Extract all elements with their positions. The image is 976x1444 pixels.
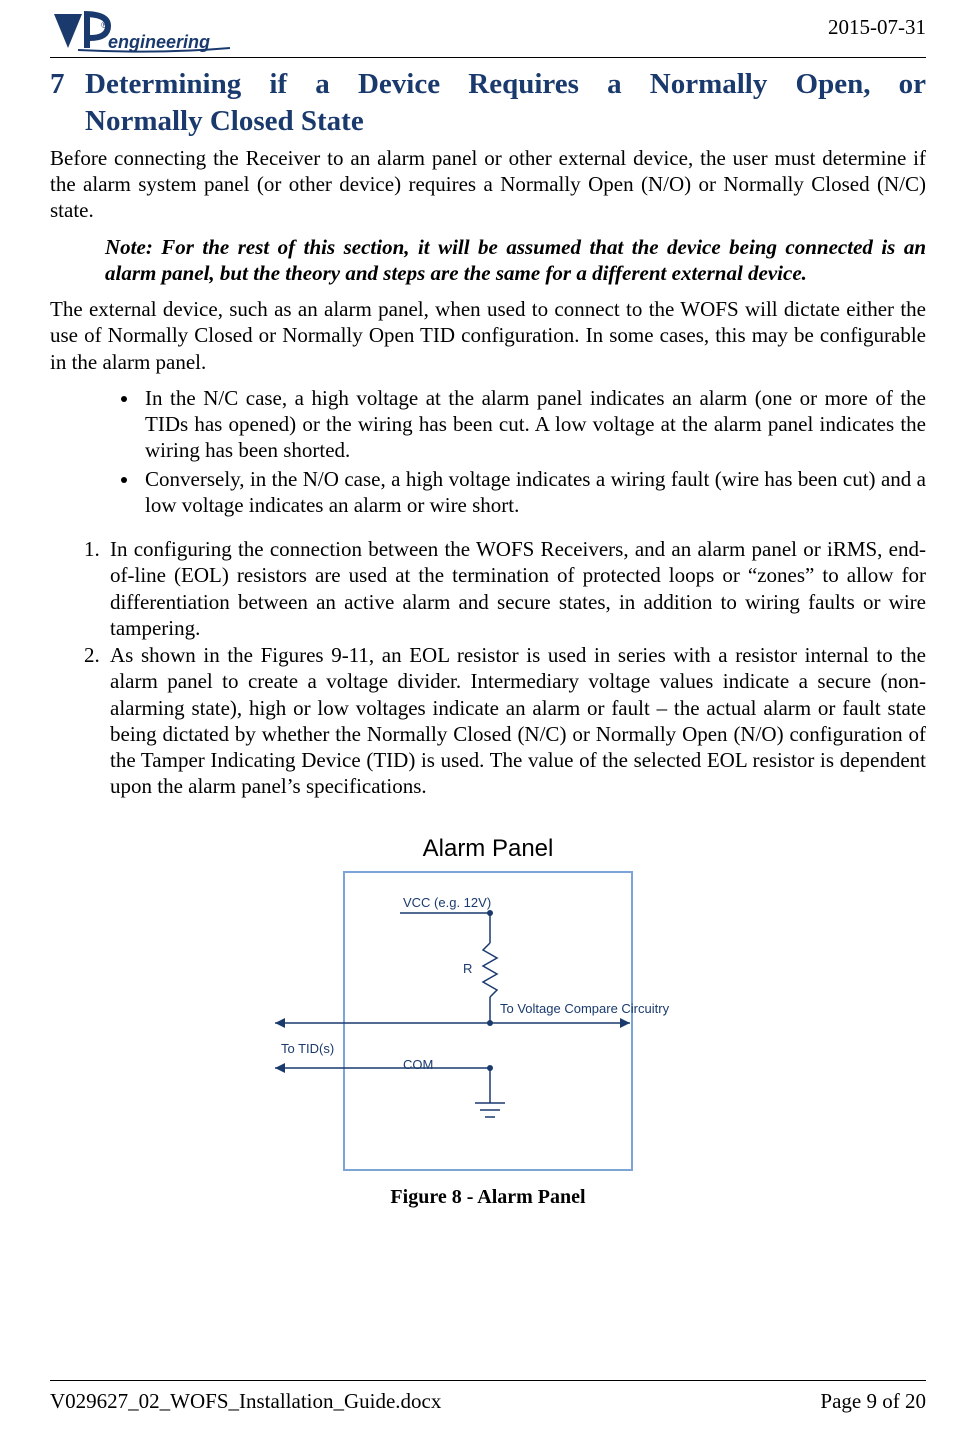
paragraph-1: Before connecting the Receiver to an ala… xyxy=(50,145,926,224)
figure-container: Alarm Panel xyxy=(50,835,926,1209)
footer-filename: V029627_02_WOFS_Installation_Guide.docx xyxy=(50,1389,441,1414)
numbered-list: In configuring the connection between th… xyxy=(50,536,926,800)
header-date: 2015-07-31 xyxy=(828,10,926,40)
page-header: ® engineering 2015-07-31 xyxy=(50,10,926,58)
section-title-line1: Determining if a Device Requires a Norma… xyxy=(85,66,926,102)
svg-text:engineering: engineering xyxy=(108,32,210,52)
company-logo: ® engineering xyxy=(50,10,250,55)
numbered-item: In configuring the connection between th… xyxy=(105,536,926,641)
figure-caption: Figure 8 - Alarm Panel xyxy=(50,1186,926,1209)
numbered-item: As shown in the Figures 9-11, an EOL res… xyxy=(105,642,926,800)
figure-label-r: R xyxy=(463,961,472,976)
figure-diagram: VCC (e.g. 12V) R To Voltage Compare Circ… xyxy=(343,871,633,1171)
section-title-line2: Normally Closed State xyxy=(85,103,926,139)
figure-label-tid: To TID(s) xyxy=(281,1041,334,1056)
bullet-item: Conversely, in the N/O case, a high volt… xyxy=(140,466,926,519)
svg-text:®: ® xyxy=(101,20,108,30)
footer-page: Page 9 of 20 xyxy=(820,1389,926,1414)
note-paragraph: Note: For the rest of this section, it w… xyxy=(50,234,926,287)
figure-label-com: COM xyxy=(403,1057,433,1072)
section-heading: 7 Determining if a Device Requires a Nor… xyxy=(50,66,926,139)
bullet-item: In the N/C case, a high voltage at the a… xyxy=(140,385,926,464)
section-number: 7 xyxy=(50,66,80,102)
bullet-list: In the N/C case, a high voltage at the a… xyxy=(50,385,926,518)
figure-title: Alarm Panel xyxy=(50,835,926,863)
page-footer: V029627_02_WOFS_Installation_Guide.docx … xyxy=(50,1380,926,1414)
figure-label-compare: To Voltage Compare Circuitry xyxy=(500,1001,669,1016)
paragraph-2: The external device, such as an alarm pa… xyxy=(50,296,926,375)
figure-label-vcc: VCC (e.g. 12V) xyxy=(403,895,491,910)
